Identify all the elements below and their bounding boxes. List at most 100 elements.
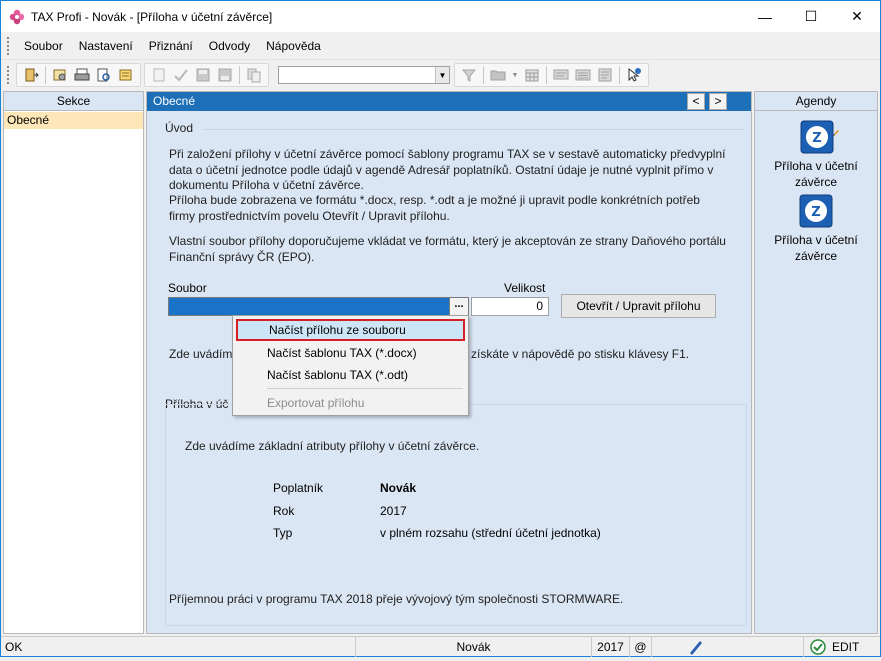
toolbar: ▼ ▼ — [1, 61, 880, 89]
document-icon: Z — [799, 194, 833, 228]
toolbar-grip — [7, 66, 10, 84]
attr-value-rok: 2017 — [380, 504, 407, 518]
sidebar-item-obecne[interactable]: Obecné — [4, 112, 143, 129]
uvod-separator — [203, 129, 743, 130]
print-icon[interactable] — [73, 66, 91, 84]
uvod-paragraph-2: Příloha bude zobrazena ve formátu *.docx… — [169, 193, 700, 223]
footer-greeting: Příjemnou práci v programu TAX 2018 přej… — [169, 592, 624, 606]
status-pen-cell — [651, 637, 761, 657]
sections-pane: Sekce Obecné — [3, 91, 144, 634]
uvod-title: Úvod — [165, 121, 194, 135]
agenda-label-line2: závěrce — [794, 249, 838, 263]
save-icon[interactable] — [194, 66, 212, 84]
check-icon[interactable] — [172, 66, 190, 84]
svg-text:Z: Z — [812, 131, 821, 146]
toolbar-group-main — [16, 63, 141, 87]
attachment-dropdown-menu: Načíst přílohu ze souboru Načíst šablonu… — [232, 315, 469, 416]
toolbar-group-edit — [144, 63, 269, 87]
attr-label-poplatnik: Poplatník — [273, 481, 324, 495]
minimize-button[interactable]: — — [742, 1, 788, 32]
attr-label-typ: Typ — [273, 526, 293, 540]
menu-odvody[interactable]: Odvody — [201, 39, 258, 53]
hint-text-left: Zde uvádím — [169, 347, 233, 361]
ok-check-icon — [810, 639, 826, 661]
agenda-label-line2: závěrce — [794, 175, 838, 189]
attr-value-poplatnik: Novák — [380, 481, 417, 495]
status-at: @ — [629, 637, 651, 657]
agenda-item-priloha[interactable]: Z Příloha v účetní závěrce — [755, 194, 877, 264]
settings-icon[interactable] — [51, 66, 69, 84]
menu-napoveda[interactable]: Nápověda — [258, 39, 329, 53]
svg-text:Z: Z — [811, 205, 820, 220]
menu-load-attachment-from-file[interactable]: Načíst přílohu ze souboru — [236, 319, 465, 341]
menu-bar: Soubor Nastavení Přiznání Odvody Nápověd… — [1, 32, 880, 60]
copy-icon[interactable] — [245, 66, 263, 84]
list-icon[interactable] — [574, 66, 592, 84]
toolbar-separator — [483, 66, 484, 84]
menu-grip — [7, 36, 10, 55]
window-title: TAX Profi - Novák - [Příloha v účetní zá… — [31, 9, 273, 24]
toolbar-separator — [619, 66, 620, 84]
menu-load-template-odt[interactable]: Načíst šablonu TAX (*.odt) — [236, 364, 465, 386]
browse-button[interactable]: ... — [449, 297, 469, 316]
message-icon[interactable] — [552, 66, 570, 84]
soubor-field[interactable] — [168, 297, 469, 316]
folder-icon[interactable] — [489, 66, 507, 84]
filter-icon[interactable] — [460, 66, 478, 84]
agendas-header: Agendy — [755, 92, 877, 111]
open-edit-attachment-button[interactable]: Otevřít / Upravit přílohu — [561, 294, 716, 318]
attr-intro: Zde uvádíme základní atributy přílohy v … — [185, 439, 480, 453]
uvod-paragraph-1: Při založení přílohy v účetní závěrce po… — [169, 147, 726, 192]
agendas-pane: Agendy Z Příloha v účetní závěrce Z Příl… — [754, 91, 878, 634]
agenda-item-priloha-edit[interactable]: Z Příloha v účetní závěrce — [755, 120, 877, 190]
toolbar-separator — [45, 66, 46, 84]
flower-app-icon — [9, 9, 25, 25]
chevron-down-icon[interactable]: ▼ — [511, 66, 519, 84]
menu-export-attachment: Exportovat přílohu — [267, 396, 365, 410]
app-window: TAX Profi - Novák - [Příloha v účetní zá… — [0, 0, 881, 657]
document-list-icon[interactable] — [596, 66, 614, 84]
new-record-icon[interactable] — [150, 66, 168, 84]
save-all-icon[interactable] — [216, 66, 234, 84]
menu-priznani[interactable]: Přiznání — [141, 39, 201, 53]
menu-load-template-docx[interactable]: Načíst šablonu TAX (*.docx) — [236, 342, 465, 364]
toolbar-separator — [546, 66, 547, 84]
title-bar: TAX Profi - Novák - [Příloha v účetní zá… — [1, 1, 880, 32]
status-text: OK — [5, 640, 23, 654]
size-field: 0 — [471, 297, 549, 316]
nav-prev-button[interactable]: < — [687, 93, 705, 110]
status-bar: OK Novák 2017 @ EDIT — [1, 636, 880, 657]
attr-value-typ: v plném rozsahu (střední účetní jednotka… — [380, 526, 601, 540]
document-edit-icon: Z — [799, 120, 839, 154]
filter-combo[interactable]: ▼ — [278, 66, 450, 84]
status-year: 2017 — [591, 637, 629, 657]
toolbar-separator — [239, 66, 240, 84]
menu-nastaveni[interactable]: Nastavení — [71, 39, 141, 53]
content-header-title: Obecné — [153, 94, 196, 108]
report-icon[interactable] — [117, 66, 135, 84]
soubor-label: Soubor — [168, 281, 207, 295]
exit-door-icon[interactable] — [22, 66, 40, 84]
status-mode-cell: EDIT — [803, 637, 880, 657]
velikost-label: Velikost — [504, 281, 546, 295]
pen-check-icon — [688, 639, 704, 661]
maximize-button[interactable]: ☐ — [788, 1, 834, 32]
chevron-down-icon[interactable]: ▼ — [435, 67, 449, 83]
attr-label-rok: Rok — [273, 504, 295, 518]
help-pointer-icon[interactable] — [625, 66, 643, 84]
toolbar-group-filter: ▼ — [454, 63, 649, 87]
uvod-paragraph-3: Vlastní soubor přílohy doporučujeme vklá… — [169, 234, 726, 264]
menu-soubor[interactable]: Soubor — [16, 39, 71, 53]
close-button[interactable]: ✕ — [834, 1, 880, 32]
status-name: Novák — [355, 637, 591, 657]
menu-separator — [267, 388, 463, 389]
status-mode: EDIT — [832, 640, 860, 654]
hint-text-right: získáte v nápovědě po stisku klávesy F1. — [471, 347, 690, 361]
agenda-label-line1: Příloha v účetní — [774, 159, 858, 173]
nav-next-button[interactable]: > — [709, 93, 727, 110]
sections-header: Sekce — [4, 92, 143, 111]
window-controls: — ☐ ✕ — [742, 1, 880, 32]
calendar-icon[interactable] — [523, 66, 541, 84]
print-preview-icon[interactable] — [95, 66, 113, 84]
content-header: Obecné < > — [147, 92, 751, 111]
